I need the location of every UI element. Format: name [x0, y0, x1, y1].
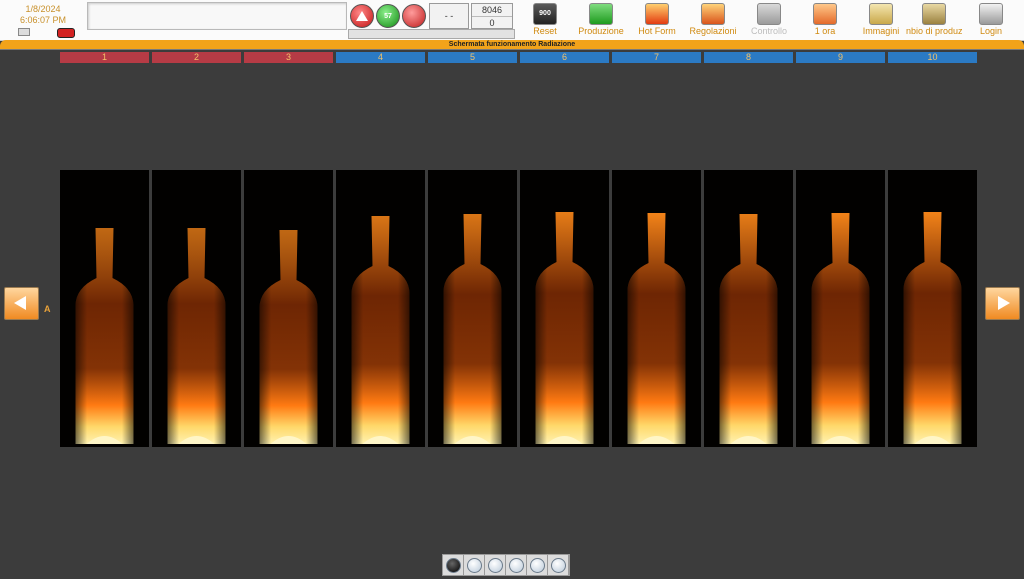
- hot-form-label: Hot Form: [638, 26, 676, 36]
- previous-button[interactable]: [4, 287, 39, 320]
- images-icon: [869, 3, 893, 25]
- cavity-header-4[interactable]: 4: [336, 52, 425, 63]
- arrow-right-icon: [998, 296, 1010, 310]
- images-button[interactable]: Immagini: [853, 3, 909, 37]
- page-dot-2[interactable]: [464, 555, 485, 575]
- radio-icon: [487, 557, 503, 573]
- radio-icon: [445, 557, 461, 573]
- bottle-image-4[interactable]: [336, 170, 425, 447]
- status-count-badge[interactable]: 57: [376, 4, 400, 28]
- adjustments-button[interactable]: Regolazioni: [685, 3, 741, 37]
- cavity-header-9[interactable]: 9: [796, 52, 885, 63]
- bottle-image-3[interactable]: [244, 170, 333, 447]
- connection-icon[interactable]: [57, 28, 75, 38]
- page-dot-1[interactable]: [443, 555, 464, 575]
- production-button[interactable]: Produzione: [573, 3, 629, 37]
- bottle-image-5[interactable]: [428, 170, 517, 447]
- reset-icon: 900: [533, 3, 557, 25]
- counter-display: 8046 0: [471, 3, 513, 29]
- page-selector: [442, 554, 570, 576]
- cavity-header-10[interactable]: 10: [888, 52, 977, 63]
- hot-form-icon: [645, 3, 669, 25]
- clock-icon: [813, 3, 837, 25]
- screen-title: Schermata funzionamento Radiazione: [0, 40, 1024, 49]
- cavity-header-7[interactable]: 7: [612, 52, 701, 63]
- cavity-header-8[interactable]: 8: [704, 52, 793, 63]
- play-icon: [757, 3, 781, 25]
- adjustments-label: Regolazioni: [689, 26, 737, 36]
- message-box: [87, 2, 347, 30]
- top-toolbar: 1/8/2024 6:06:07 PM 57 - - 8046 0 900 Re…: [0, 0, 1024, 41]
- adjustments-icon: [701, 3, 725, 25]
- production-change-button[interactable]: nbio di produzi: [906, 3, 962, 37]
- reset-button[interactable]: 900 Reset: [517, 3, 573, 37]
- control-button[interactable]: Controllo: [741, 3, 797, 37]
- radio-icon: [529, 557, 545, 573]
- lock-icon: [979, 3, 1003, 25]
- cavity-header-1[interactable]: 1: [60, 52, 149, 63]
- cavity-header-5[interactable]: 5: [428, 52, 517, 63]
- counter-top-value: 8046: [481, 5, 503, 15]
- cavity-header-3[interactable]: 3: [244, 52, 333, 63]
- keyboard-icon[interactable]: [18, 28, 30, 36]
- bottle-image-7[interactable]: [612, 170, 701, 447]
- page-dot-6[interactable]: [548, 555, 569, 575]
- bottle-image-9[interactable]: [796, 170, 885, 447]
- arrow-left-icon: [14, 296, 26, 310]
- one-hour-label: 1 ora: [814, 26, 836, 36]
- fire-extinguisher-icon[interactable]: [402, 4, 426, 28]
- alarm-icon[interactable]: [350, 4, 374, 28]
- control-label: Controllo: [750, 26, 788, 36]
- bottle-image-8[interactable]: [704, 170, 793, 447]
- time-display: 6:06:07 PM: [19, 15, 67, 25]
- bottle-image-1[interactable]: [60, 170, 149, 447]
- bottle-image-2[interactable]: [152, 170, 241, 447]
- radio-icon: [550, 557, 566, 573]
- bottle-image-6[interactable]: [520, 170, 609, 447]
- next-button[interactable]: [985, 287, 1020, 320]
- login-button[interactable]: Login: [963, 3, 1019, 37]
- production-change-label: nbio di produzi: [906, 26, 962, 36]
- page-dot-4[interactable]: [506, 555, 527, 575]
- cavity-header-2[interactable]: 2: [152, 52, 241, 63]
- radio-icon: [508, 557, 524, 573]
- counter-dash: - -: [429, 3, 469, 29]
- one-hour-button[interactable]: 1 ora: [797, 3, 853, 37]
- production-icon: [589, 3, 613, 25]
- images-label: Immagini: [862, 26, 900, 36]
- cavity-header-6[interactable]: 6: [520, 52, 609, 63]
- hot-form-button[interactable]: Hot Form: [629, 3, 685, 37]
- page-dot-5[interactable]: [527, 555, 548, 575]
- date-display: 1/8/2024: [25, 4, 61, 14]
- radio-icon: [466, 557, 482, 573]
- reset-label: Reset: [533, 26, 557, 36]
- production-label: Produzione: [578, 26, 624, 36]
- counter-bottom-value: 0: [472, 16, 512, 29]
- page-dot-3[interactable]: [485, 555, 506, 575]
- bottle-image-10[interactable]: [888, 170, 977, 447]
- login-label: Login: [979, 26, 1003, 36]
- row-label: A: [44, 304, 51, 314]
- production-change-icon: [922, 3, 946, 25]
- status-progress-bar: [348, 29, 515, 39]
